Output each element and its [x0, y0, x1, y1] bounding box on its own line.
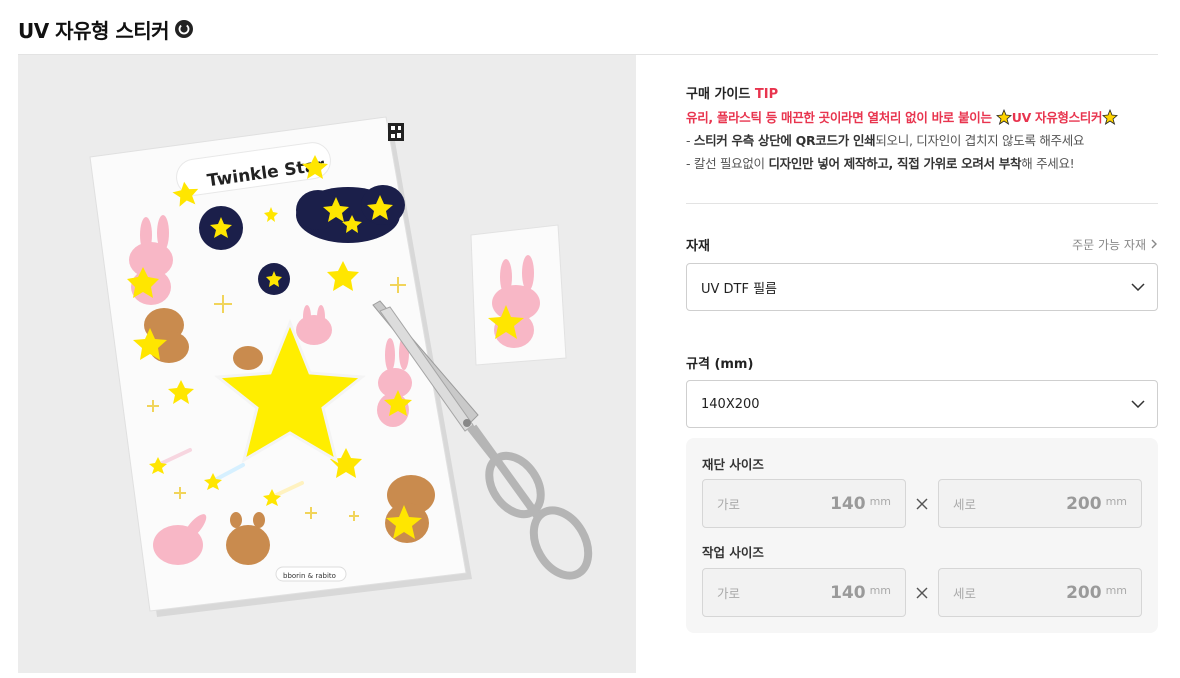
cut-width-unit: mm	[869, 495, 891, 508]
cut-height-input[interactable]: 세로 200 mm	[938, 479, 1142, 528]
work-width-unit: mm	[869, 584, 891, 597]
cut-width-input[interactable]: 가로 140 mm	[702, 479, 906, 528]
circle-badge-icon[interactable]	[175, 20, 194, 38]
guide-line-3: - 칼선 필요없이 디자인만 넣어 제작하고, 직접 가위로 오려서 부착해 주…	[686, 152, 1158, 175]
sticker-credit-text: bborin & rabito	[283, 572, 336, 580]
product-title: UV 자유형 스티커	[18, 18, 170, 43]
product-image: Twinkle Star bborin & rabito	[18, 55, 636, 673]
guide-line-3-bold: 디자인만 넣어 제작하고, 직접 가위로 오려서 부착	[768, 156, 1022, 171]
work-width-value: 140	[830, 582, 866, 603]
material-label-row: 자재 주문 가능 자재	[686, 234, 1158, 254]
guide-line-2-bold: 스티커 우측 상단에 QR코드가 인쇄	[693, 133, 876, 148]
material-label: 자재	[686, 238, 710, 254]
work-width-input[interactable]: 가로 140 mm	[702, 568, 906, 617]
cut-size-label: 재단 사이즈	[702, 457, 764, 472]
guide-line-1-text: 유리, 플라스틱 등 매끈한 곳이라면 열처리 없이 바로 붙이는	[686, 110, 996, 125]
sparkle-icon	[1102, 109, 1119, 125]
work-height-value: 200	[1066, 582, 1102, 603]
multiply-icon	[910, 492, 934, 516]
sparkle-icon	[995, 109, 1012, 125]
guide-divider	[686, 203, 1158, 204]
guide-line-2: - 스티커 우측 상단에 QR코드가 인쇄되오니, 디자인이 겹치지 않도록 해…	[686, 129, 1158, 152]
guide-line-1-highlight: UV 자유형스티커	[1011, 110, 1103, 125]
spec-label-row: 규격 (mm)	[686, 352, 1158, 372]
cut-height-placeholder: 세로	[953, 497, 977, 512]
guide-line-3-prefix: - 칼선 필요없이	[686, 156, 769, 171]
available-materials-link[interactable]: 주문 가능 자재	[1072, 236, 1158, 253]
chevron-down-icon	[1131, 400, 1145, 408]
cut-height-unit: mm	[1105, 495, 1127, 508]
chevron-down-icon	[1131, 283, 1145, 291]
guide-title-text: 구매 가이드	[686, 87, 755, 102]
work-size-label: 작업 사이즈	[702, 545, 764, 560]
cut-height-value: 200	[1066, 493, 1102, 514]
product-title-row: UV 자유형 스티커	[18, 14, 194, 44]
qr-code-icon	[388, 123, 404, 141]
guide-title: 구매 가이드 TIP	[686, 84, 1158, 106]
guide-tip-label: TIP	[754, 87, 779, 102]
material-select[interactable]: UV DTF 필름	[686, 263, 1158, 311]
available-materials-link-text[interactable]: 주문 가능 자재	[1072, 236, 1146, 253]
work-height-placeholder: 세로	[953, 586, 977, 601]
work-height-unit: mm	[1105, 584, 1127, 597]
cut-width-placeholder: 가로	[717, 497, 741, 512]
chevron-right-icon	[1151, 239, 1157, 249]
spec-label: 규격 (mm)	[686, 356, 754, 372]
purchase-guide: 구매 가이드 TIP 유리, 플라스틱 등 매끈한 곳이라면 열처리 없이 바로…	[686, 84, 1158, 175]
guide-line-3-text: 해 주세요!	[1021, 156, 1075, 171]
guide-line-2-text: 되오니, 디자인이 겹치지 않도록 해주세요	[875, 133, 1085, 148]
multiply-icon	[910, 581, 934, 605]
work-width-placeholder: 가로	[717, 586, 741, 601]
spec-select[interactable]: 140X200	[686, 380, 1158, 428]
cut-width-value: 140	[830, 493, 866, 514]
guide-line-2-prefix: -	[686, 133, 694, 148]
material-select-value: UV DTF 필름	[701, 281, 778, 297]
spec-select-value: 140X200	[701, 396, 760, 412]
guide-line-1: 유리, 플라스틱 등 매끈한 곳이라면 열처리 없이 바로 붙이는 UV 자유형…	[686, 106, 1158, 129]
work-height-input[interactable]: 세로 200 mm	[938, 568, 1142, 617]
size-panel: 재단 사이즈 가로 140 mm 세로 200 mm 작업 사이즈 가로 140…	[686, 438, 1158, 633]
